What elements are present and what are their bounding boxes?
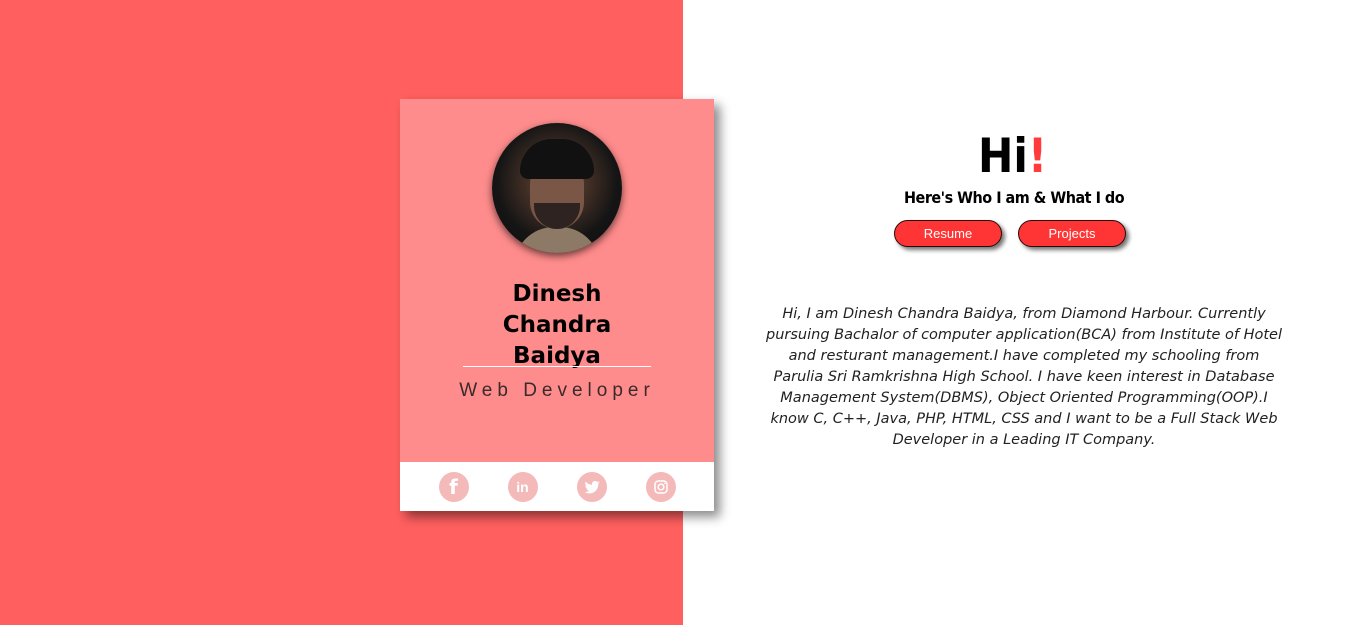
- profile-role: Web Developer: [459, 380, 655, 401]
- greeting-exclamation: !: [1027, 129, 1048, 184]
- twitter-icon[interactable]: [576, 471, 607, 502]
- social-links-bar: f in: [400, 462, 714, 511]
- profile-card: Dinesh Chandra Baidya Web Developer f in: [400, 99, 714, 511]
- resume-button[interactable]: Resume: [894, 220, 1002, 247]
- linkedin-icon[interactable]: in: [507, 471, 538, 502]
- greeting-heading: Hi!: [978, 129, 1048, 184]
- facebook-icon[interactable]: f: [438, 471, 469, 502]
- card-divider: [463, 366, 651, 367]
- avatar: [492, 123, 622, 253]
- about-paragraph: Hi, I am Dinesh Chandra Baidya, from Dia…: [766, 306, 1282, 448]
- intro-subtitle: Here's Who I am & What I do: [904, 188, 1125, 207]
- profile-name: Dinesh Chandra Baidya: [502, 281, 612, 369]
- instagram-icon[interactable]: [645, 471, 676, 502]
- projects-button[interactable]: Projects: [1018, 220, 1126, 247]
